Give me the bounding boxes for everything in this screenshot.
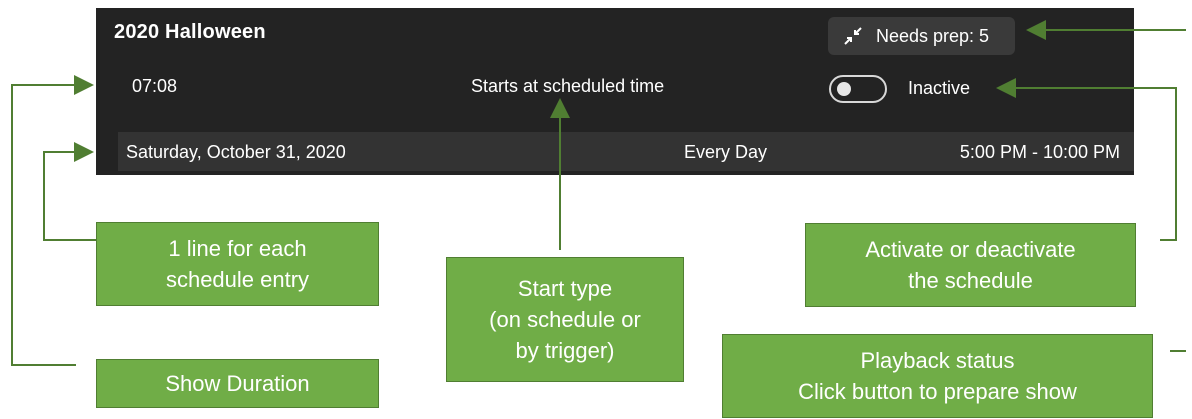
connector-entry-line [43, 142, 96, 241]
connector-activate [996, 78, 1177, 241]
callout-playback: Playback status Click button to prepare … [722, 334, 1153, 418]
callout-start-type: Start type (on schedule or by trigger) [446, 257, 684, 382]
callout-entry-line: 1 line for each schedule entry [96, 222, 379, 306]
callout-activate-text: Activate or deactivate the schedule [865, 237, 1076, 293]
callout-playback-text: Playback status Click button to prepare … [798, 348, 1077, 404]
callout-start-type-text: Start type (on schedule or by trigger) [489, 276, 641, 363]
callout-activate: Activate or deactivate the schedule [805, 223, 1136, 307]
callout-show-duration-text: Show Duration [165, 371, 310, 396]
callout-show-duration: Show Duration [96, 359, 379, 408]
connector-show-duration [11, 75, 94, 366]
callout-entry-line-text: 1 line for each schedule entry [165, 236, 310, 292]
